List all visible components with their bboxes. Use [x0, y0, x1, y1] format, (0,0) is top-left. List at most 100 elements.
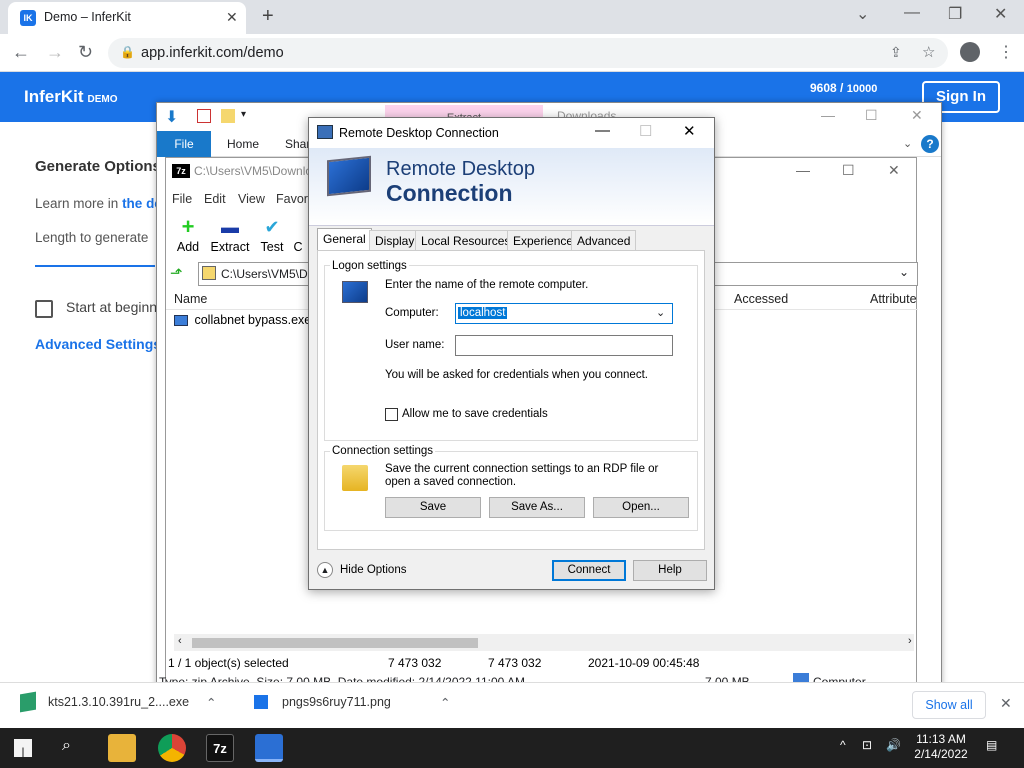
save-button[interactable]: Save	[385, 497, 481, 518]
file-name: collabnet bypass.exe	[194, 313, 312, 327]
properties-icon[interactable]	[197, 109, 211, 123]
username-field[interactable]	[455, 335, 673, 356]
download-item-1-menu-icon[interactable]: ⌃	[206, 695, 216, 710]
menu-edit[interactable]: Edit	[204, 192, 226, 206]
status-size: 7 473 032	[388, 656, 442, 670]
inferkit-favicon-icon: IK	[20, 10, 36, 26]
sevenzip-maximize-icon[interactable]: ☐	[842, 162, 855, 179]
sevenzip-taskbar-icon[interactable]: 7z	[206, 734, 234, 762]
file-explorer-taskbar-icon[interactable]	[108, 734, 136, 762]
ribbon-home-tab[interactable]: Home	[227, 137, 259, 151]
tab-general[interactable]: General	[317, 228, 372, 250]
status-selected: 1 / 1 object(s) selected	[168, 656, 289, 670]
ribbon-share-tab[interactable]: Shar	[285, 137, 310, 151]
address-bar[interactable]: 🔒 app.inferkit.com/demo ⇪ ☆	[108, 38, 948, 68]
explorer-minimize-icon[interactable]: —	[821, 107, 835, 123]
tab-local-resources[interactable]: Local Resources	[415, 230, 517, 250]
hide-options-icon[interactable]: ▲	[317, 562, 333, 578]
file-row[interactable]: collabnet bypass.exe	[174, 313, 311, 327]
download-item-2[interactable]: pngs9s6ruy711.png	[282, 695, 391, 709]
forward-icon[interactable]: →	[46, 42, 64, 63]
tab-experience[interactable]: Experience	[507, 230, 580, 250]
rdp-minimize-icon[interactable]: —	[595, 122, 610, 139]
share-icon[interactable]: ⇪	[890, 44, 902, 61]
sevenzip-close-icon[interactable]: ✕	[888, 162, 900, 179]
menu-file[interactable]: File	[172, 192, 192, 206]
download-item-2-menu-icon[interactable]: ⌃	[440, 695, 450, 710]
help-icon[interactable]: ?	[921, 135, 939, 153]
extract-button[interactable]: ▬ Extract	[208, 216, 252, 254]
new-tab-icon[interactable]: +	[262, 5, 274, 28]
rdp-taskbar-icon[interactable]	[255, 734, 283, 762]
connection-settings-label: Connection settings	[330, 445, 436, 457]
advanced-settings-link[interactable]: Advanced Settings »	[35, 336, 173, 352]
scroll-left-icon[interactable]: ‹	[178, 635, 182, 647]
column-name[interactable]: Name	[174, 292, 207, 306]
rdp-maximize-icon: ☐	[639, 123, 653, 140]
tab-search-icon[interactable]: ⌄	[856, 4, 869, 24]
copy-button[interactable]: C	[288, 216, 308, 254]
close-tab-icon[interactable]: ✕	[226, 9, 238, 26]
up-folder-icon[interactable]: ⬏	[170, 264, 183, 282]
menu-view[interactable]: View	[238, 192, 265, 206]
chrome-taskbar-icon[interactable]	[158, 734, 186, 762]
tab-title: Demo – InferKit	[44, 10, 131, 24]
computer-dropdown-icon[interactable]: ⌄	[656, 306, 665, 319]
quick-access-down-arrow-icon[interactable]: ⬇	[165, 107, 178, 127]
restore-icon[interactable]: ❐	[948, 4, 962, 24]
url-text: app.inferkit.com/demo	[141, 45, 284, 61]
notifications-icon[interactable]: ▤	[986, 738, 997, 752]
brand-logo[interactable]: InferKit DEMO	[24, 87, 118, 107]
scroll-right-icon[interactable]: ›	[908, 635, 912, 647]
menu-kebab-icon[interactable]: ⋮	[998, 42, 1014, 62]
profile-avatar[interactable]	[960, 42, 980, 62]
sevenzip-minimize-icon[interactable]: —	[796, 162, 810, 178]
banner-line2: Connection	[386, 180, 513, 206]
tab-display[interactable]: Display	[369, 230, 421, 250]
rdp-app-icon	[317, 125, 333, 139]
minimize-icon[interactable]: —	[904, 4, 920, 22]
show-all-button[interactable]: Show all	[912, 691, 986, 719]
connect-button[interactable]: Connect	[552, 560, 626, 581]
column-accessed[interactable]: Accessed	[734, 292, 788, 306]
hide-options-button[interactable]: Hide Options	[340, 564, 406, 576]
add-button[interactable]: + Add	[166, 216, 210, 255]
close-window-icon[interactable]: ✕	[994, 4, 1007, 24]
rdp-title: Remote Desktop Connection	[339, 126, 499, 140]
back-icon[interactable]: ←	[12, 42, 30, 63]
tab-advanced[interactable]: Advanced	[571, 230, 637, 250]
scroll-thumb[interactable]	[192, 638, 478, 648]
explorer-maximize-icon[interactable]: ☐	[865, 107, 878, 124]
ribbon-expand-icon[interactable]: ⌄	[903, 137, 912, 150]
rdp-titlebar: Remote Desktop Connection — ☐ ✕	[309, 118, 714, 148]
computer-field[interactable]: localhost ⌄	[455, 303, 673, 324]
network-icon[interactable]: ⊡	[862, 738, 872, 752]
search-icon[interactable]: ⌕	[62, 737, 71, 755]
close-downloads-icon[interactable]: ✕	[1000, 695, 1012, 712]
help-button[interactable]: Help	[633, 560, 707, 581]
address-dropdown-icon[interactable]: ⌄	[899, 265, 909, 279]
explorer-close-icon[interactable]: ✕	[911, 107, 923, 124]
ribbon-file-tab[interactable]: File	[157, 131, 211, 157]
start-at-beginning-checkbox[interactable]	[35, 300, 53, 318]
column-attributes[interactable]: Attribute	[870, 292, 917, 306]
length-slider[interactable]	[35, 265, 155, 267]
tray-expand-icon[interactable]: ^	[840, 738, 846, 752]
windows-start-icon[interactable]	[14, 739, 32, 757]
volume-icon[interactable]: 🔊	[886, 738, 901, 752]
username-label: User name:	[385, 339, 445, 351]
allow-save-checkbox[interactable]	[385, 408, 398, 421]
customize-qat-icon[interactable]: ▾	[241, 109, 246, 120]
reload-icon[interactable]: ↻	[78, 42, 93, 63]
browser-tab[interactable]: IK Demo – InferKit ✕	[8, 2, 246, 34]
bookmark-star-icon[interactable]: ☆	[922, 43, 935, 61]
horizontal-scrollbar[interactable]: ‹ ›	[174, 634, 914, 651]
clock[interactable]: 11:13 AM 2/14/2022	[908, 732, 974, 762]
open-button[interactable]: Open...	[593, 497, 689, 518]
clock-date: 2/14/2022	[914, 747, 968, 761]
rdp-close-icon[interactable]: ✕	[683, 122, 696, 140]
menu-favorites[interactable]: Favori	[276, 192, 311, 206]
new-folder-icon[interactable]	[221, 109, 235, 123]
download-item-1[interactable]: kts21.3.10.391ru_2....exe	[48, 695, 189, 709]
save-as-button[interactable]: Save As...	[489, 497, 585, 518]
